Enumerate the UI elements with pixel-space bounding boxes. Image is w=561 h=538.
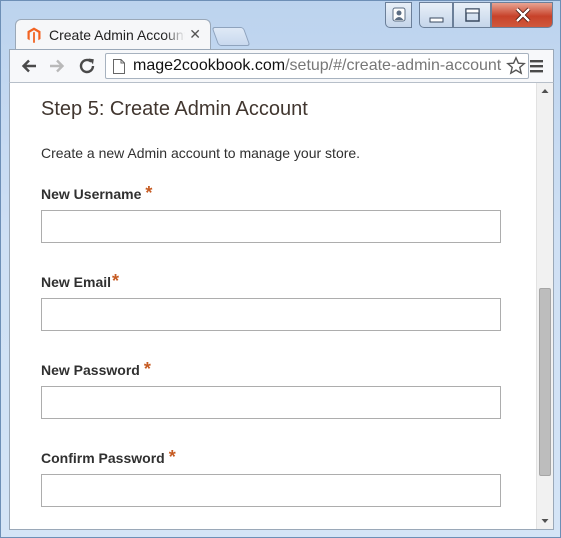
page-icon xyxy=(113,58,125,74)
password-label: New Password * xyxy=(41,359,151,380)
address-bar[interactable]: mage2cookbook.com/setup/#/create-admin-a… xyxy=(105,53,529,79)
confirm-password-label-text: Confirm Password xyxy=(41,450,165,466)
required-asterisk: * xyxy=(145,183,153,203)
forward-arrow-icon[interactable] xyxy=(46,55,68,77)
required-asterisk: * xyxy=(168,447,176,467)
close-icon[interactable]: ✕ xyxy=(189,26,201,43)
hamburger-menu-icon[interactable] xyxy=(528,56,546,81)
star-icon[interactable] xyxy=(506,56,526,78)
url-path: /setup/#/create-admin-account xyxy=(285,57,502,74)
maximize-icon[interactable] xyxy=(453,2,491,28)
scroll-down-arrow-icon[interactable] xyxy=(537,512,553,529)
page-title: Step 5: Create Admin Account xyxy=(41,98,308,120)
magento-logo-icon xyxy=(26,27,42,43)
url-host: mage2cookbook.com xyxy=(133,57,286,74)
required-asterisk: * xyxy=(112,271,120,291)
username-label: New Username * xyxy=(41,183,152,204)
browser-tab[interactable]: Create Admin Account ✕ xyxy=(15,19,211,50)
email-label: New Email* xyxy=(41,271,119,292)
browser-window: Create Admin Account ✕ mage2cookbook.com… xyxy=(0,0,561,538)
confirm-password-label: Confirm Password * xyxy=(41,447,176,468)
url-text: mage2cookbook.com/setup/#/create-admin-a… xyxy=(133,57,501,75)
new-tab-button[interactable] xyxy=(211,27,251,46)
minimize-icon[interactable] xyxy=(419,2,453,28)
tab-title: Create Admin Account xyxy=(49,27,185,43)
username-input[interactable] xyxy=(41,210,501,243)
password-input[interactable] xyxy=(41,386,501,419)
email-label-text: New Email xyxy=(41,274,112,290)
email-input[interactable] xyxy=(41,298,501,331)
browser-toolbar: mage2cookbook.com/setup/#/create-admin-a… xyxy=(9,49,554,83)
username-label-text: New Username xyxy=(41,186,142,202)
reload-icon[interactable] xyxy=(76,55,98,77)
page-viewport: Step 5: Create Admin Account Create a ne… xyxy=(9,83,554,530)
scrollbar-thumb[interactable] xyxy=(539,288,551,476)
intro-text: Create a new Admin account to manage you… xyxy=(41,145,361,161)
scroll-up-arrow-icon[interactable] xyxy=(537,83,553,100)
close-icon[interactable] xyxy=(491,2,553,28)
password-label-text: New Password xyxy=(41,362,140,378)
user-icon[interactable] xyxy=(385,2,412,28)
confirm-password-input[interactable] xyxy=(41,474,501,507)
required-asterisk: * xyxy=(143,359,151,379)
back-arrow-icon[interactable] xyxy=(18,55,40,77)
vertical-scrollbar[interactable] xyxy=(536,83,553,529)
